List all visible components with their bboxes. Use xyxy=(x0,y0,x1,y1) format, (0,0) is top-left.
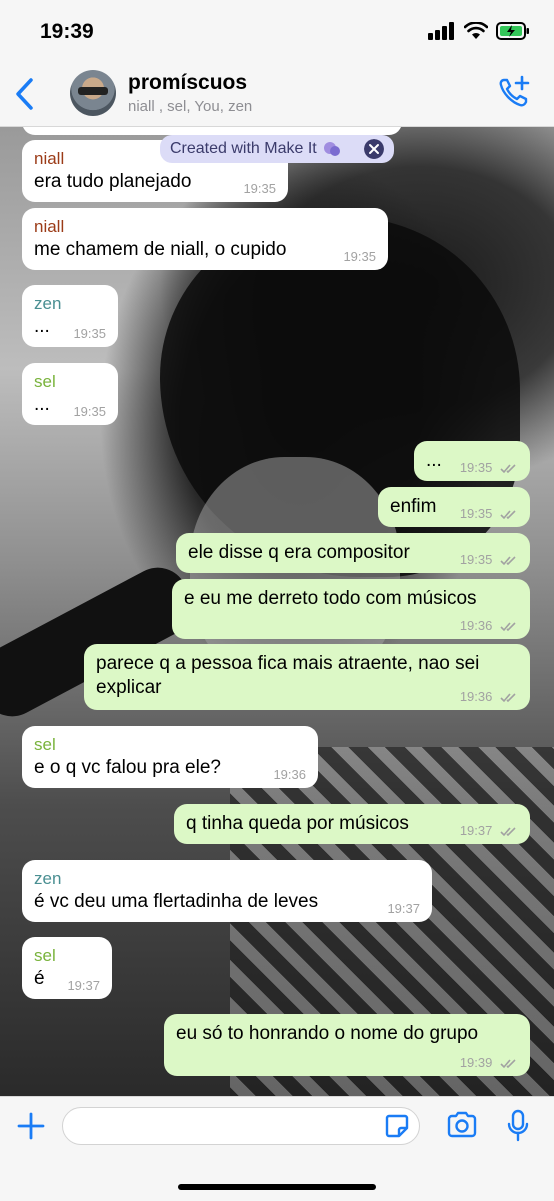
double-check-icon xyxy=(500,510,516,520)
add-call-icon[interactable] xyxy=(496,74,532,110)
message-bubble-incoming[interactable]: zen ... 19:35 xyxy=(22,285,118,347)
message-text: ... xyxy=(34,316,50,337)
message-time: 19:35 xyxy=(459,552,493,567)
message-text: e eu me derreto todo com músicos xyxy=(184,588,477,609)
signal-icon xyxy=(428,22,454,40)
message-time: 19:36 xyxy=(273,767,306,782)
message-input-bar xyxy=(0,1096,554,1201)
message-bubble-incoming[interactable]: sel e o q vc falou pra ele? 19:36 xyxy=(22,726,318,788)
message-text: me chamem de niall, o cupido xyxy=(34,239,287,260)
camera-icon[interactable] xyxy=(446,1111,478,1139)
message-text: parece q a pessoa fica mais atraente, na… xyxy=(96,653,480,698)
chat-header: promíscuos niall , sel, You, zen xyxy=(0,62,554,127)
message-time: 19:35 xyxy=(459,506,493,521)
message-text: q tinha queda por músicos xyxy=(186,813,409,834)
message-bubble-incoming[interactable]: zen é vc deu uma flertadinha de leves 19… xyxy=(22,860,432,922)
message-text: ... xyxy=(34,394,50,415)
message-time: 19:37 xyxy=(387,901,420,916)
message-status: 19:37 xyxy=(460,824,518,838)
plus-icon[interactable] xyxy=(16,1111,46,1141)
message-sender: sel xyxy=(34,735,56,754)
message-time: 19:39 xyxy=(459,1055,493,1070)
message-text: e o q vc falou pra ele? xyxy=(34,757,221,778)
message-time: 19:37 xyxy=(459,823,493,838)
message-status: 19:35 xyxy=(460,507,518,521)
message-bubble-outgoing[interactable]: e eu me derreto todo com músicos 19:36 xyxy=(172,579,530,639)
double-check-icon xyxy=(500,1059,516,1069)
message-time: 19:35 xyxy=(73,326,106,341)
message-sender: zen xyxy=(34,294,62,313)
group-members[interactable]: niall , sel, You, zen xyxy=(128,98,252,115)
message-text: enfim xyxy=(390,496,437,517)
message-time: 19:36 xyxy=(459,618,493,633)
message-text: é xyxy=(34,968,45,989)
make-it-banner[interactable]: Created with Make It xyxy=(160,135,394,163)
status-bar: 19:39 xyxy=(0,0,554,62)
wifi-icon xyxy=(464,22,488,39)
sticker-icon[interactable] xyxy=(384,1113,410,1139)
message-text: ... xyxy=(426,450,442,471)
message-bubble-outgoing[interactable]: enfim 19:35 xyxy=(378,487,530,527)
home-indicator xyxy=(178,1184,376,1190)
message-bubble-outgoing[interactable]: ... 19:35 xyxy=(414,441,530,481)
message-status: 19:39 xyxy=(460,1056,518,1070)
status-time: 19:39 xyxy=(40,20,94,43)
group-title[interactable]: promíscuos xyxy=(128,71,247,95)
close-icon[interactable] xyxy=(364,139,384,159)
back-chevron-icon[interactable] xyxy=(12,76,38,112)
message-bubble-outgoing[interactable]: ele disse q era compositor 19:35 xyxy=(176,533,530,573)
message-bubble-incoming[interactable]: sel ... 19:35 xyxy=(22,363,118,425)
double-check-icon xyxy=(500,622,516,632)
message-time: 19:37 xyxy=(67,978,100,993)
group-avatar[interactable] xyxy=(70,70,116,116)
status-icons xyxy=(428,22,530,40)
message-bubble-partial xyxy=(22,127,402,135)
message-sender: zen xyxy=(34,869,62,888)
double-check-icon xyxy=(500,693,516,703)
chat-area[interactable]: Created with Make It niall era tudo plan… xyxy=(0,127,554,1096)
message-bubble-outgoing[interactable]: parece q a pessoa fica mais atraente, na… xyxy=(84,644,530,710)
message-status: 19:36 xyxy=(460,690,518,704)
double-check-icon xyxy=(500,464,516,474)
message-time: 19:35 xyxy=(243,181,276,196)
message-text: ele disse q era compositor xyxy=(188,542,410,563)
message-time: 19:35 xyxy=(343,249,376,264)
make-it-logo-icon xyxy=(323,142,340,156)
battery-icon xyxy=(496,22,529,40)
message-time: 19:35 xyxy=(459,460,493,475)
avatar-glasses xyxy=(78,87,108,95)
message-text: eu só to honrando o nome do grupo xyxy=(176,1023,479,1044)
message-sender: sel xyxy=(34,946,56,965)
message-status: 19:36 xyxy=(460,619,518,633)
message-time: 19:36 xyxy=(459,689,493,704)
message-sender: niall xyxy=(34,217,65,236)
message-bubble-incoming[interactable]: niall me chamem de niall, o cupido 19:35 xyxy=(22,208,388,270)
message-status: 19:35 xyxy=(460,461,518,475)
message-bubble-outgoing[interactable]: q tinha queda por músicos 19:37 xyxy=(174,804,530,844)
message-bubble-incoming[interactable]: sel é 19:37 xyxy=(22,937,112,999)
microphone-icon[interactable] xyxy=(506,1109,530,1143)
message-sender: sel xyxy=(34,372,56,391)
message-input[interactable] xyxy=(62,1107,420,1145)
message-text: era tudo planejado xyxy=(34,171,192,192)
message-bubble-outgoing[interactable]: eu só to honrando o nome do grupo 19:39 xyxy=(164,1014,530,1076)
double-check-icon xyxy=(500,556,516,566)
message-text: é vc deu uma flertadinha de leves xyxy=(34,891,319,912)
double-check-icon xyxy=(500,827,516,837)
make-it-label: Created with Make It xyxy=(170,140,317,157)
message-time: 19:35 xyxy=(73,404,106,419)
message-status: 19:35 xyxy=(460,553,518,567)
